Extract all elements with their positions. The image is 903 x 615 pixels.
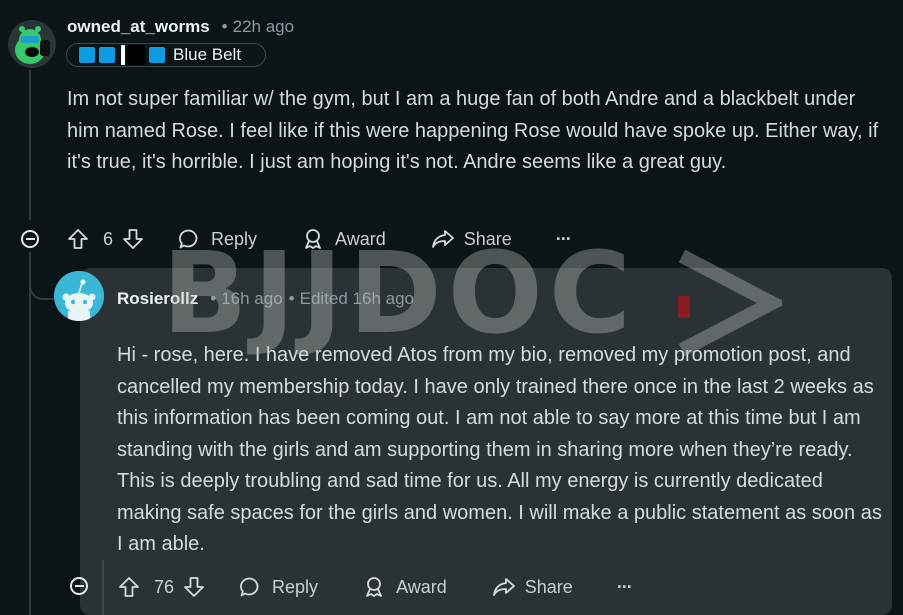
comment-body: Im not super familiar w/ the gym, but I … xyxy=(67,88,879,173)
comment-body: Hi - rose, here. I have removed Atos fro… xyxy=(117,344,882,555)
more-options-icon: ··· xyxy=(616,576,633,597)
more-options-button[interactable]: ··· xyxy=(616,576,633,598)
upvote-icon xyxy=(68,229,88,249)
timestamp[interactable]: 22h ago xyxy=(233,17,294,37)
meta-separator: • xyxy=(221,17,228,36)
downvote-icon xyxy=(184,577,204,597)
avatar[interactable] xyxy=(8,20,56,68)
share-label: Share xyxy=(524,576,573,597)
flair-black-icon xyxy=(127,45,145,65)
avatar-image xyxy=(8,20,56,68)
share-button[interactable]: Share xyxy=(491,575,573,599)
comment-actions: 76 Reply Award Share ··· xyxy=(117,574,633,600)
minus-icon xyxy=(74,585,84,587)
thread-line xyxy=(29,70,31,220)
award-icon xyxy=(366,577,382,597)
upvote-icon xyxy=(119,577,139,597)
collapse-button[interactable] xyxy=(21,230,39,248)
downvote-button[interactable] xyxy=(182,575,206,599)
user-flair: Blue Belt xyxy=(66,43,266,67)
card-divider xyxy=(102,560,104,615)
award-label: Award xyxy=(396,576,447,597)
award-button[interactable]: Award xyxy=(362,575,447,599)
upvote-button[interactable] xyxy=(117,575,141,599)
collapse-button[interactable] xyxy=(70,577,88,595)
flair-square-icon xyxy=(79,47,95,63)
thread-branch-curve xyxy=(29,258,57,300)
flair-label: Blue Belt xyxy=(173,45,242,64)
reply-button[interactable]: Reply xyxy=(238,575,318,599)
flair-bar-icon xyxy=(121,45,125,65)
flair-square-icon xyxy=(99,47,115,63)
username[interactable]: owned_at_worms xyxy=(67,17,210,37)
thread-line-branch xyxy=(29,252,31,615)
vote-count: 6 xyxy=(103,228,114,249)
upvote-button[interactable] xyxy=(66,227,90,251)
flair-square-icon xyxy=(149,47,165,63)
minus-icon xyxy=(25,238,35,240)
watermark-play-icon xyxy=(678,249,782,357)
watermark: BJJDOC xyxy=(162,229,638,359)
downvote-icon xyxy=(123,229,143,249)
reply-label: Reply xyxy=(272,576,319,597)
snoo-avatar-icon xyxy=(54,271,104,321)
avatar[interactable] xyxy=(54,271,104,321)
downvote-button[interactable] xyxy=(121,227,145,251)
vote-count: 76 xyxy=(154,576,175,597)
reply-icon xyxy=(240,577,259,597)
share-icon xyxy=(492,578,515,596)
